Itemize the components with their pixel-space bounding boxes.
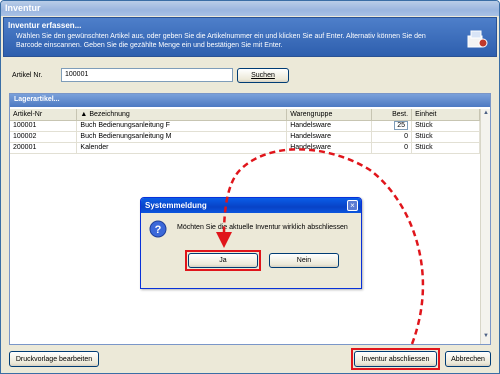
cell-product-group: Handelsware: [286, 120, 373, 132]
column-header-description-label: Bezeichnung: [89, 110, 130, 118]
column-header-article-number[interactable]: Artikel-Nr: [10, 109, 78, 121]
column-header-description[interactable]: ▲ Bezeichnung: [76, 109, 288, 121]
column-header-product-group[interactable]: Warengruppe: [286, 109, 373, 121]
cell-description: Buch Bedienungsanleitung M: [76, 131, 288, 143]
cell-stock[interactable]: 0: [371, 131, 413, 143]
close-icon[interactable]: ×: [347, 200, 358, 211]
inventur-window: Inventur Inventur erfassen... Wählen Sie…: [0, 0, 500, 374]
window-title: Inventur: [1, 1, 499, 16]
stock-items-title: Lagerartikel...: [10, 94, 490, 107]
cell-product-group: Handelsware: [286, 142, 373, 154]
system-message-dialog: Systemmeldung × ? Möchten Sie die aktuel…: [140, 197, 362, 289]
finish-inventory-button[interactable]: Inventur abschliessen: [354, 351, 437, 367]
scroll-up-icon[interactable]: ▲: [482, 110, 490, 120]
cell-article-number: 200001: [10, 142, 78, 154]
table-row[interactable]: 200001 Kalender Handelsware 0 Stück: [10, 142, 480, 154]
cell-product-group: Handelsware: [286, 131, 373, 143]
cell-stock[interactable]: 0: [371, 142, 413, 154]
svg-text:?: ?: [155, 224, 162, 236]
no-button[interactable]: Nein: [269, 253, 339, 268]
cell-stock-input[interactable]: 25: [371, 120, 413, 132]
edit-print-template-button[interactable]: Druckvorlage bearbeiten: [9, 351, 99, 367]
cell-article-number: 100001: [10, 120, 78, 132]
cell-description: Buch Bedienungsanleitung F: [76, 120, 288, 132]
header-title: Inventur erfassen...: [8, 21, 82, 30]
inventory-icon: [467, 30, 488, 48]
cell-unit: Stück: [411, 131, 480, 143]
table-row[interactable]: 100002 Buch Bedienungsanleitung M Handel…: [10, 131, 480, 143]
article-number-input[interactable]: 100001: [61, 68, 233, 82]
cell-unit: Stück: [411, 142, 480, 154]
yes-button[interactable]: Ja: [188, 253, 258, 268]
stock-value[interactable]: 25: [394, 121, 409, 130]
sort-ascending-icon: ▲: [80, 110, 88, 118]
column-header-unit[interactable]: Einheit: [411, 109, 480, 121]
cell-unit: Stück: [411, 120, 480, 132]
dialog-title: Systemmeldung: [141, 198, 361, 213]
search-button-label: Suchen: [251, 72, 275, 79]
column-header-stock[interactable]: Best.: [371, 109, 413, 121]
scroll-down-icon[interactable]: ▼: [482, 333, 490, 343]
cell-article-number: 100002: [10, 131, 78, 143]
article-number-label: Artikel Nr.: [12, 72, 43, 79]
vertical-scrollbar[interactable]: ▲ ▼: [480, 109, 490, 344]
search-button[interactable]: Suchen: [237, 68, 289, 83]
table-row[interactable]: 100001 Buch Bedienungsanleitung F Handel…: [10, 120, 480, 132]
dialog-message: Möchten Sie die aktuelle Inventur wirkli…: [177, 224, 348, 231]
cell-description: Kalender: [76, 142, 288, 154]
stock-items-table: Artikel-Nr ▲ Bezeichnung Warengruppe Bes…: [10, 109, 480, 154]
header-panel: Inventur erfassen... Wählen Sie den gewü…: [3, 17, 497, 57]
header-description: Wählen Sie den gewünschten Artikel aus, …: [16, 33, 426, 49]
cancel-button[interactable]: Abbrechen: [445, 351, 491, 367]
question-icon: ?: [149, 220, 167, 238]
